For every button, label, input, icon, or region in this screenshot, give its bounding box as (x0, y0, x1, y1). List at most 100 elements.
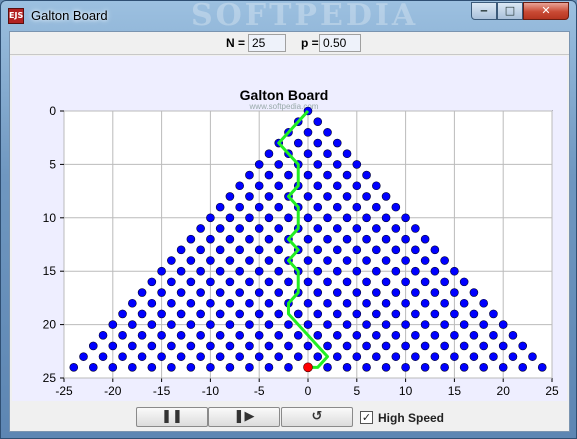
peg (411, 224, 420, 233)
peg (372, 202, 381, 212)
peg (264, 341, 274, 351)
peg (450, 330, 459, 340)
peg (469, 309, 479, 319)
peg (391, 202, 401, 212)
peg (186, 320, 196, 329)
peg (167, 363, 176, 372)
peg (362, 234, 371, 244)
high-speed-checkbox[interactable]: ✓ (360, 411, 373, 424)
peg (176, 352, 186, 361)
peg (332, 181, 342, 191)
peg (196, 330, 205, 340)
peg (323, 298, 332, 308)
peg (167, 277, 176, 287)
peg (274, 352, 284, 361)
peg (411, 288, 420, 297)
peg (118, 352, 127, 361)
peg (381, 298, 391, 308)
p-input[interactable] (319, 34, 361, 52)
peg (342, 149, 352, 159)
softpedia-watermark: SOFTPEDIA (191, 0, 419, 33)
peg (401, 256, 410, 265)
peg (303, 170, 313, 180)
peg (167, 320, 176, 329)
peg (274, 309, 284, 319)
peg (313, 202, 323, 212)
peg (254, 245, 264, 255)
peg (176, 330, 186, 340)
peg (264, 363, 274, 372)
peg (332, 266, 342, 276)
peg (254, 309, 264, 319)
peg (245, 363, 254, 372)
peg (459, 363, 469, 372)
peg (303, 341, 313, 351)
peg (362, 213, 371, 223)
peg (284, 341, 293, 351)
peg (176, 309, 186, 319)
peg (245, 192, 254, 201)
peg (225, 277, 235, 287)
ejs-app-icon: EJS (8, 8, 24, 24)
peg (225, 256, 235, 265)
peg (342, 234, 352, 244)
peg (206, 277, 215, 287)
step-button[interactable]: ❚▶ (208, 407, 280, 427)
peg (352, 202, 362, 212)
peg (430, 309, 440, 319)
close-button[interactable]: ✕ (523, 2, 569, 20)
peg (362, 363, 371, 372)
peg (450, 288, 459, 297)
peg (196, 266, 205, 276)
peg (274, 181, 284, 191)
peg (245, 277, 254, 287)
peg (118, 330, 127, 340)
peg (215, 330, 225, 340)
peg (440, 341, 449, 351)
plot-panel[interactable]: -25 -20 -15 -10 -5 0 5 10 15 20 25 0 5 10 15 20 25 Galton… (12, 56, 567, 401)
peg (450, 352, 459, 361)
peg (137, 288, 147, 297)
peg (352, 245, 362, 255)
peg (401, 298, 410, 308)
peg (176, 288, 186, 297)
peg (459, 320, 469, 329)
ball (303, 362, 313, 373)
galton-board-plot[interactable]: -25 -20 -15 -10 -5 0 5 10 15 20 25 0 5 10 15 20 25 Galton… (12, 56, 567, 401)
minimize-button[interactable]: ‒ (471, 2, 497, 20)
peg (137, 330, 147, 340)
peg (274, 160, 284, 169)
pause-button[interactable]: ❚❚ (136, 407, 208, 427)
peg (362, 341, 371, 351)
peg (196, 352, 205, 361)
peg (147, 298, 157, 308)
peg (411, 309, 420, 319)
peg (332, 330, 342, 340)
peg (479, 298, 488, 308)
peg (176, 245, 186, 255)
peg (167, 256, 176, 265)
peg (469, 288, 479, 297)
maximize-button[interactable]: □ (497, 2, 523, 20)
peg (215, 202, 225, 212)
peg (342, 213, 352, 223)
peg (420, 363, 430, 372)
peg (323, 277, 332, 287)
peg (128, 363, 137, 372)
title-bar[interactable]: EJS Galton Board SOFTPEDIA ‒ □ ✕ (1, 0, 576, 33)
peg (225, 341, 235, 351)
n-input[interactable] (248, 34, 286, 52)
peg (313, 138, 323, 148)
peg (332, 160, 342, 169)
peg (313, 330, 323, 340)
peg (186, 341, 196, 351)
x-tick-label: 0 (305, 384, 312, 398)
peg (332, 288, 342, 297)
peg (323, 192, 332, 201)
peg (303, 128, 313, 137)
reset-button[interactable]: ↺ (281, 407, 353, 427)
peg (264, 192, 274, 201)
peg (342, 320, 352, 329)
peg (362, 320, 371, 329)
peg (167, 298, 176, 308)
